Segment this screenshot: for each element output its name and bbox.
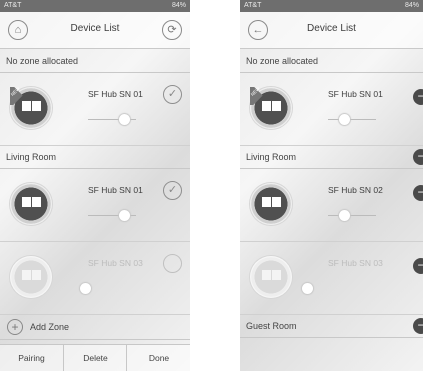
zone-header-living-room: Living Room − — [240, 146, 423, 169]
zone-header-guest-room: Guest Room − — [240, 315, 423, 338]
add-zone-button[interactable]: + Add Zone — [0, 315, 190, 340]
delete-minus-icon[interactable]: − — [413, 185, 423, 201]
device-row[interactable]: NEW SF Hub SN 01 − — [240, 73, 423, 146]
refresh-icon[interactable]: ⟳ — [162, 20, 182, 40]
hub-icon — [10, 183, 52, 225]
device-row[interactable]: SF Hub SN 01 ✓ — [0, 169, 190, 242]
device-name: SF Hub SN 01 — [88, 185, 143, 195]
status-bar: AT&T 84% — [0, 0, 190, 12]
nav-bar: ⌂ Device List ⟳ — [0, 12, 190, 49]
slider-knob[interactable] — [80, 283, 91, 294]
delete-minus-icon[interactable]: − — [413, 89, 423, 105]
device-row[interactable]: SF Hub SN 03 − — [240, 242, 423, 315]
check-icon[interactable]: ✓ — [163, 85, 182, 104]
done-button[interactable]: Done — [126, 345, 190, 371]
bottom-toolbar: Pairing Delete Done — [0, 344, 190, 371]
carrier-label: AT&T — [4, 2, 22, 9]
brightness-slider[interactable] — [328, 119, 376, 120]
add-zone-label: Add Zone — [30, 322, 70, 332]
check-icon[interactable]: ✓ — [163, 181, 182, 200]
brightness-slider[interactable] — [328, 215, 376, 216]
battery-label: 84% — [404, 2, 419, 9]
slider-knob[interactable] — [302, 283, 313, 294]
unchecked-circle-icon[interactable]: ✓ — [163, 254, 182, 273]
device-name: SF Hub SN 03 — [88, 258, 143, 268]
delete-minus-icon[interactable]: − — [413, 258, 423, 274]
zone-header-unallocated: No zone allocated — [0, 50, 190, 73]
nav-bar: ← Device List — [240, 12, 423, 49]
zone-header-living-room: Living Room — [0, 146, 190, 169]
device-name: SF Hub SN 03 — [328, 258, 383, 268]
device-name: SF Hub SN 01 — [328, 89, 383, 99]
delete-minus-icon[interactable]: − — [413, 318, 423, 334]
device-list-screen-edit: AT&T 84% ⌂ Device List ⟳ No zone allocat… — [0, 0, 190, 371]
delete-minus-icon[interactable]: − — [413, 149, 423, 165]
zone-header-unallocated: No zone allocated — [240, 50, 423, 73]
pairing-button[interactable]: Pairing — [0, 345, 63, 371]
page-title: Device List — [307, 23, 356, 34]
hub-icon — [10, 256, 52, 298]
plus-icon: + — [7, 319, 23, 335]
device-row[interactable]: SF Hub SN 03 ✓ — [0, 242, 190, 315]
device-name: SF Hub SN 01 — [88, 89, 143, 99]
new-badge: NEW — [10, 87, 28, 105]
device-row[interactable]: SF Hub SN 02 − — [240, 169, 423, 242]
status-bar: AT&T 84% — [240, 0, 423, 12]
delete-button[interactable]: Delete — [63, 345, 127, 371]
slider-knob[interactable] — [339, 210, 350, 221]
hub-icon — [250, 256, 292, 298]
slider-knob[interactable] — [339, 114, 350, 125]
new-badge: NEW — [250, 87, 268, 105]
carrier-label: AT&T — [244, 2, 262, 9]
slider-knob[interactable] — [119, 114, 130, 125]
device-list-screen-delete: AT&T 84% ← Device List No zone allocated… — [240, 0, 423, 371]
hub-icon — [250, 183, 292, 225]
device-row[interactable]: NEW SF Hub SN 01 ✓ — [0, 73, 190, 146]
battery-label: 84% — [171, 2, 186, 9]
slider-knob[interactable] — [119, 210, 130, 221]
device-name: SF Hub SN 02 — [328, 185, 383, 195]
